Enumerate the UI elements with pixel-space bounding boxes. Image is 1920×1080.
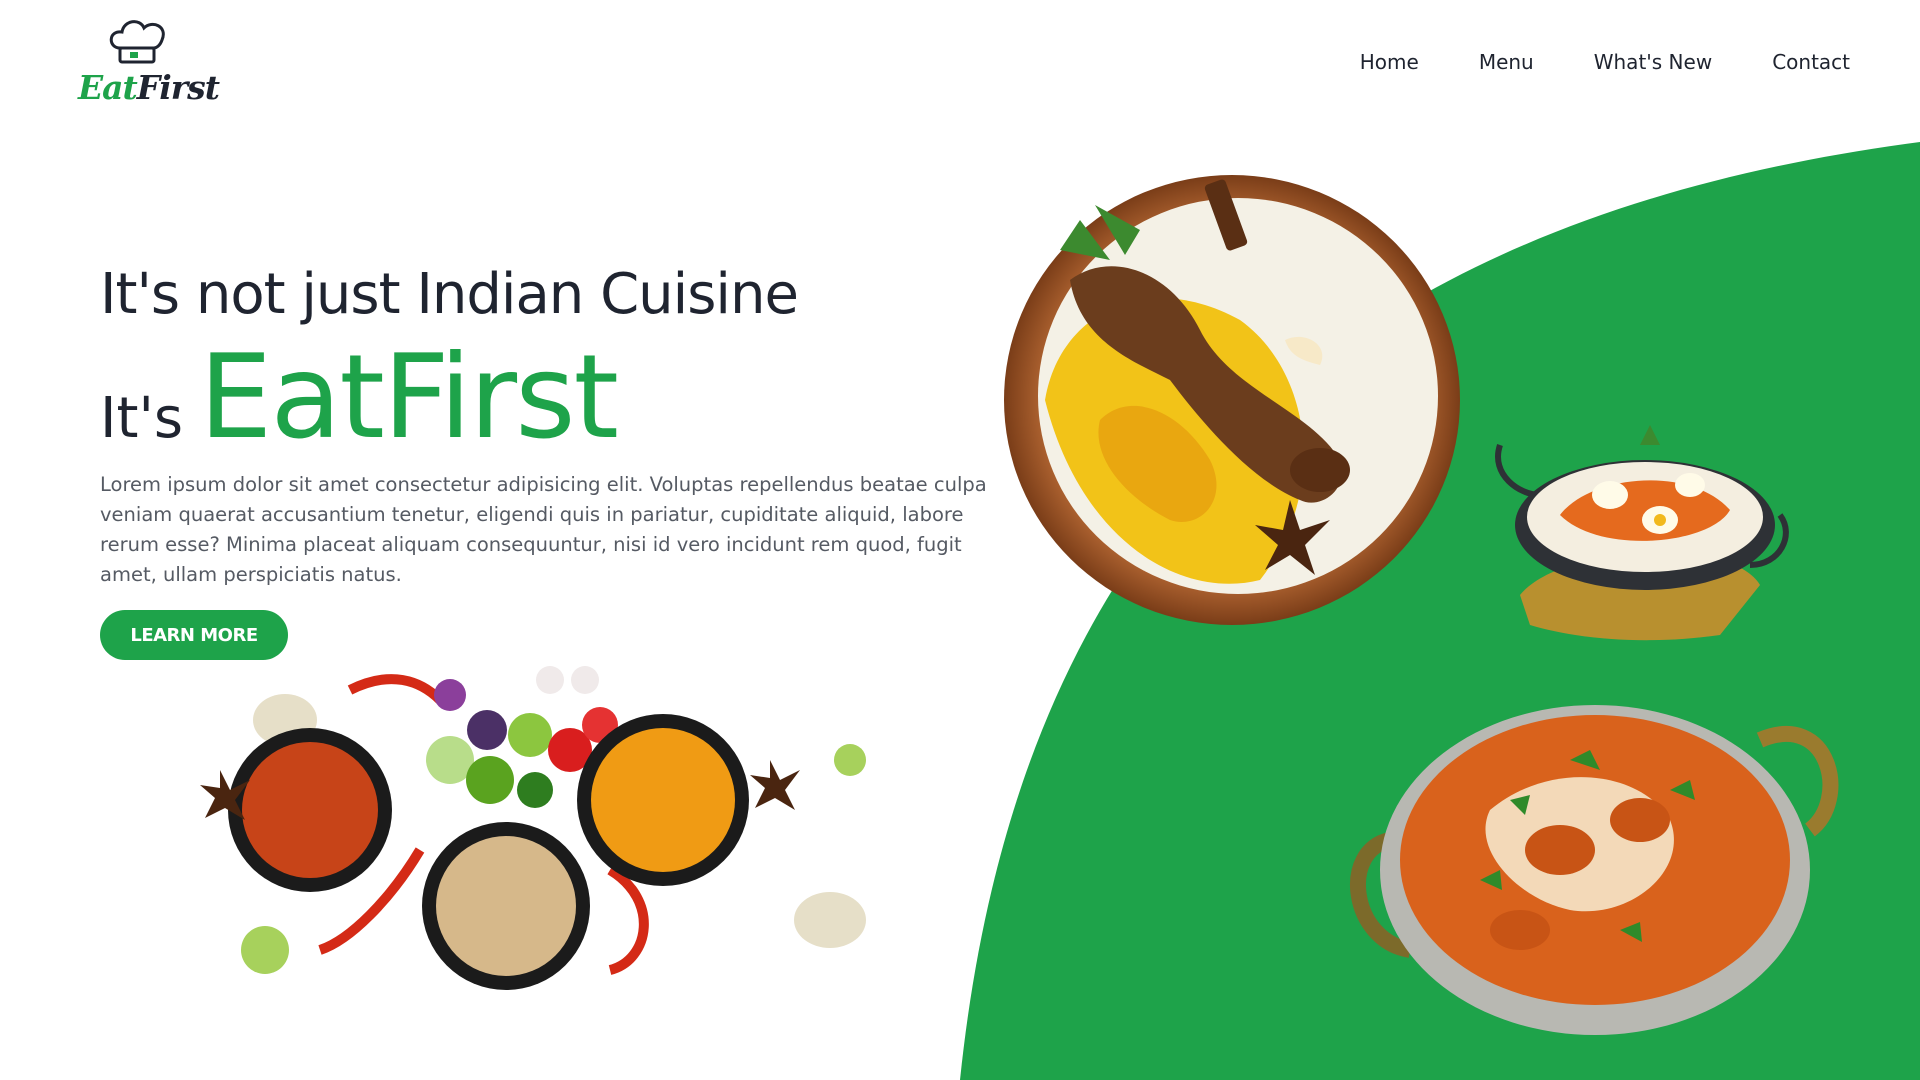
chef-hat-icon [109,20,165,64]
nav-home-link[interactable]: Home [1360,50,1419,74]
nav-whats-new-link[interactable]: What's New [1594,50,1712,74]
learn-more-button[interactable]: LEARN MORE [100,610,288,660]
butter-chicken-image [1350,705,1839,1035]
biryani-plate-image [1004,175,1460,625]
spice-bowls-image [200,666,866,990]
egg-biryani-karahi-image [1495,425,1789,641]
hero-its-text: It's [100,386,184,451]
hero-brand-line: It's EatFirst [100,330,619,465]
nav-menu-link[interactable]: Menu [1479,50,1534,74]
main-nav: Home Menu What's New Contact [1360,50,1850,74]
nav-contact-link[interactable]: Contact [1772,50,1850,74]
hero-headline: It's not just Indian Cuisine [100,262,799,327]
hero-description: Lorem ipsum dolor sit amet consectetur a… [100,473,987,586]
hero-brand-name: EatFirst [199,330,619,465]
logo-wordmark: EatFirst [78,68,220,107]
logo[interactable]: EatFirst [78,18,220,110]
